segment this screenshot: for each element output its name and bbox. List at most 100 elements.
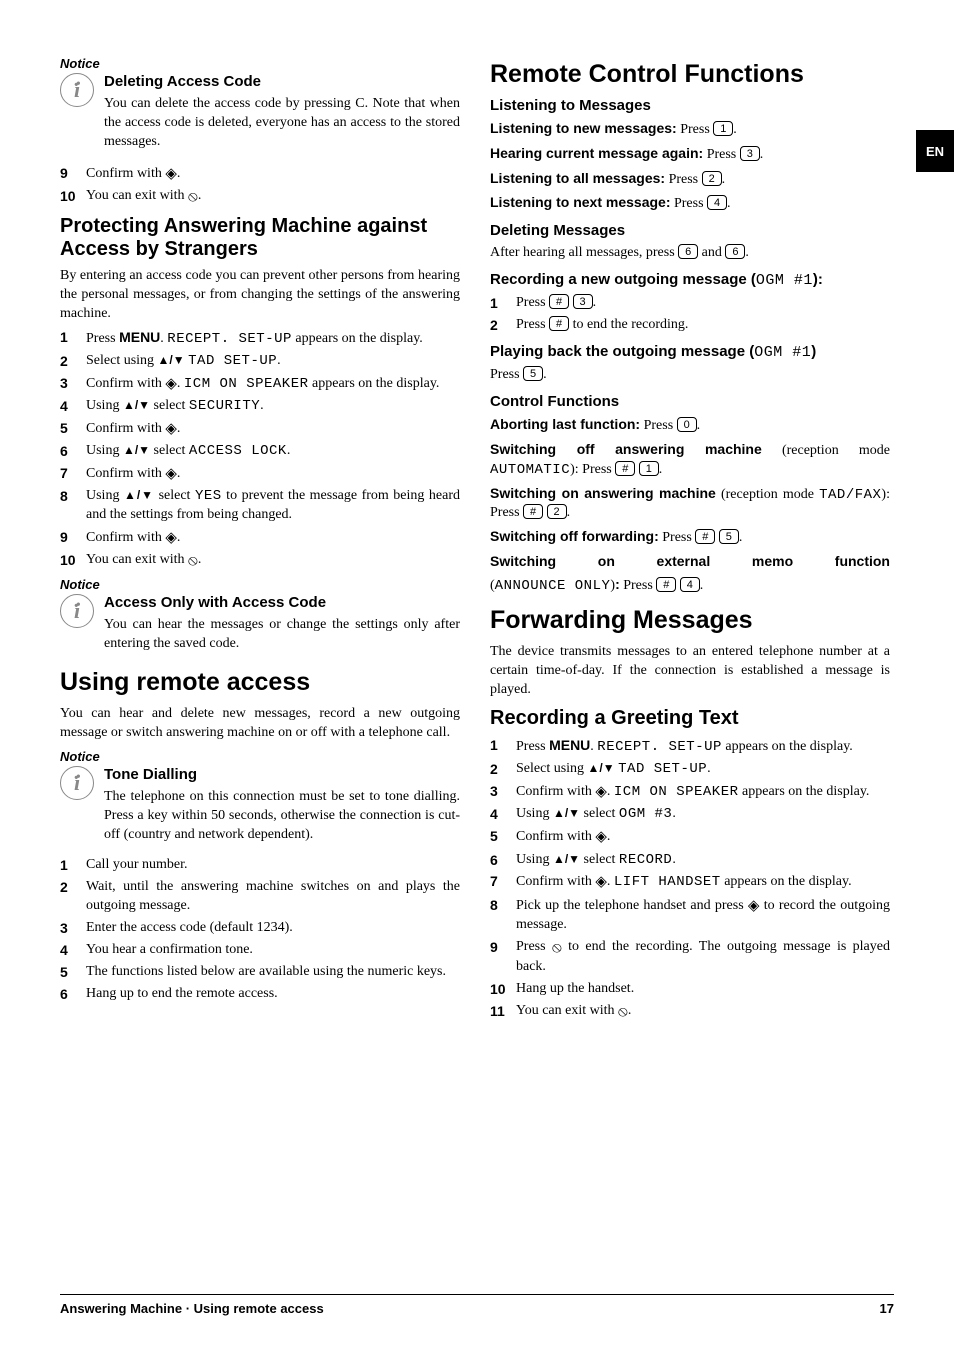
line-switch-off-fwd: Switching off forwarding: Press # 5. — [490, 527, 890, 548]
line-listen-all: Listening to all messages: Press 2. — [490, 169, 890, 190]
rec-step-1: 1Press # 3. — [490, 294, 890, 313]
notice-body: You can delete the access code by pressi… — [104, 95, 460, 152]
notice-label: Notice — [60, 577, 460, 592]
key-0: 0 — [677, 417, 697, 432]
diamond-icon: ◈ — [595, 874, 607, 890]
info-icon: i — [60, 766, 94, 800]
diamond-icon: ◈ — [165, 466, 177, 482]
up-down-icon: ▲/▼ — [588, 761, 615, 775]
key-3: 3 — [740, 146, 760, 161]
step-5: 5Confirm with ◈. — [60, 419, 460, 439]
paragraph-forwarding: The device transmits messages to an ente… — [490, 643, 890, 700]
stop-icon: ⦸ — [618, 1004, 628, 1020]
g-step-3: 3Confirm with ◈. ICM ON SPEAKER appears … — [490, 782, 890, 802]
line-switch-on-memo-2: (ANNOUNCE ONLY): Press # 4. — [490, 575, 890, 596]
stop-icon: ⦸ — [188, 189, 198, 205]
page-footer: Answering Machine · Using remote access … — [60, 1294, 894, 1316]
heading-using-remote-access: Using remote access — [60, 668, 460, 697]
key-1: 1 — [713, 121, 733, 136]
key-5: 5 — [719, 529, 739, 544]
diamond-icon: ◈ — [595, 784, 607, 800]
key-hash: # — [549, 316, 569, 331]
step-4: 4Using ▲/▼ select SECURITY. — [60, 397, 460, 416]
g-step-8: 8Pick up the telephone handset and press… — [490, 896, 890, 935]
line-switch-on-am: Switching on answering machine (receptio… — [490, 484, 890, 524]
notice-access-only: i Access Only with Access Code You can h… — [60, 594, 460, 658]
diamond-icon: ◈ — [595, 829, 607, 845]
key-5: 5 — [523, 366, 543, 381]
heading-deleting-messages: Deleting Messages — [490, 222, 890, 240]
up-down-icon: ▲/▼ — [123, 398, 150, 412]
notice-label: Notice — [60, 749, 460, 764]
up-down-icon: ▲/▼ — [553, 806, 580, 820]
step-1: 1Press MENU. RECEPT. SET-UP appears on t… — [60, 328, 460, 349]
step-9b: 9Confirm with ◈. — [60, 528, 460, 548]
step-6: 6Using ▲/▼ select ACCESS LOCK. — [60, 442, 460, 461]
line-delete: After hearing all messages, press 6 and … — [490, 244, 890, 263]
g-step-1: 1Press MENU. RECEPT. SET-UP appears on t… — [490, 736, 890, 757]
g-step-7: 7Confirm with ◈. LIFT HANDSET appears on… — [490, 872, 890, 892]
g-step-4: 4Using ▲/▼ select OGM #3. — [490, 805, 890, 824]
diamond-icon: ◈ — [165, 530, 177, 546]
ra-step-2: 2Wait, until the answering machine switc… — [60, 878, 460, 916]
notice-title: Deleting Access Code — [104, 73, 460, 91]
heading-remote-control-functions: Remote Control Functions — [490, 60, 890, 89]
line-listen-new: Listening to new messages: Press 1. — [490, 119, 890, 140]
diamond-icon: ◈ — [748, 898, 760, 914]
line-abort: Aborting last function: Press 0. — [490, 415, 890, 436]
g-step-11: 11You can exit with ⦸. — [490, 1002, 890, 1022]
step-3: 3Confirm with ◈. ICM ON SPEAKER appears … — [60, 374, 460, 394]
step-8: 8Using ▲/▼ select YES to prevent the mes… — [60, 487, 460, 525]
notice-body: You can hear the messages or change the … — [104, 616, 460, 654]
notice-title: Access Only with Access Code — [104, 594, 460, 612]
step-10: 10You can exit with ⦸. — [60, 187, 460, 207]
ra-step-1: 1Call your number. — [60, 856, 460, 875]
up-down-icon: ▲/▼ — [553, 852, 580, 866]
key-hash: # — [695, 529, 715, 544]
heading-control-functions: Control Functions — [490, 393, 890, 411]
line-hear-again: Hearing current message again: Press 3. — [490, 144, 890, 165]
ra-step-6: 6Hang up to end the remote access. — [60, 985, 460, 1004]
diamond-icon: ◈ — [165, 421, 177, 437]
key-hash: # — [656, 577, 676, 592]
heading-recording-greeting: Recording a Greeting Text — [490, 707, 890, 730]
diamond-icon: ◈ — [165, 166, 177, 182]
key-2: 2 — [547, 504, 567, 519]
stop-icon: ⦸ — [552, 940, 562, 956]
ra-step-4: 4You hear a confirmation tone. — [60, 941, 460, 960]
key-6: 6 — [678, 244, 698, 259]
g-step-6: 6Using ▲/▼ select RECORD. — [490, 851, 890, 870]
notice-title: Tone Dialling — [104, 766, 460, 784]
key-6: 6 — [725, 244, 745, 259]
paragraph-remote-access: You can hear and delete new messages, re… — [60, 705, 460, 743]
key-hash: # — [523, 504, 543, 519]
left-column: Notice i Deleting Access Code You can de… — [60, 50, 460, 1026]
ra-step-5: 5The functions listed below are availabl… — [60, 963, 460, 982]
heading-recording-ogm: Recording a new outgoing message (OGM #1… — [490, 271, 890, 290]
footer-page-number: 17 — [880, 1301, 894, 1316]
notice-label: Notice — [60, 56, 460, 71]
language-tab: EN — [916, 130, 954, 172]
up-down-icon: ▲/▼ — [123, 443, 150, 457]
key-4: 4 — [707, 195, 727, 210]
stop-icon: ⦸ — [188, 553, 198, 569]
right-column: Remote Control Functions Listening to Me… — [490, 50, 890, 1026]
key-2: 2 — [702, 171, 722, 186]
line-listen-next: Listening to next message: Press 4. — [490, 193, 890, 214]
heading-protecting: Protecting Answering Machine against Acc… — [60, 215, 460, 261]
up-down-icon: ▲/▼ — [124, 488, 154, 502]
info-icon: i — [60, 594, 94, 628]
info-icon: i — [60, 73, 94, 107]
g-step-2: 2Select using ▲/▼ TAD SET-UP. — [490, 760, 890, 779]
g-step-10: 10Hang up the handset. — [490, 980, 890, 999]
step-9: 9Confirm with ◈. — [60, 164, 460, 184]
key-3: 3 — [573, 294, 593, 309]
line-switch-on-memo: Switching on external memo function — [490, 552, 890, 573]
notice-tone-dialling: i Tone Dialling The telephone on this co… — [60, 766, 460, 849]
heading-forwarding-messages: Forwarding Messages — [490, 606, 890, 635]
key-4: 4 — [680, 577, 700, 592]
line-play: Press 5. — [490, 366, 890, 385]
key-1: 1 — [639, 461, 659, 476]
notice-body: The telephone on this connection must be… — [104, 788, 460, 845]
step-2: 2Select using ▲/▼ TAD SET-UP. — [60, 352, 460, 371]
